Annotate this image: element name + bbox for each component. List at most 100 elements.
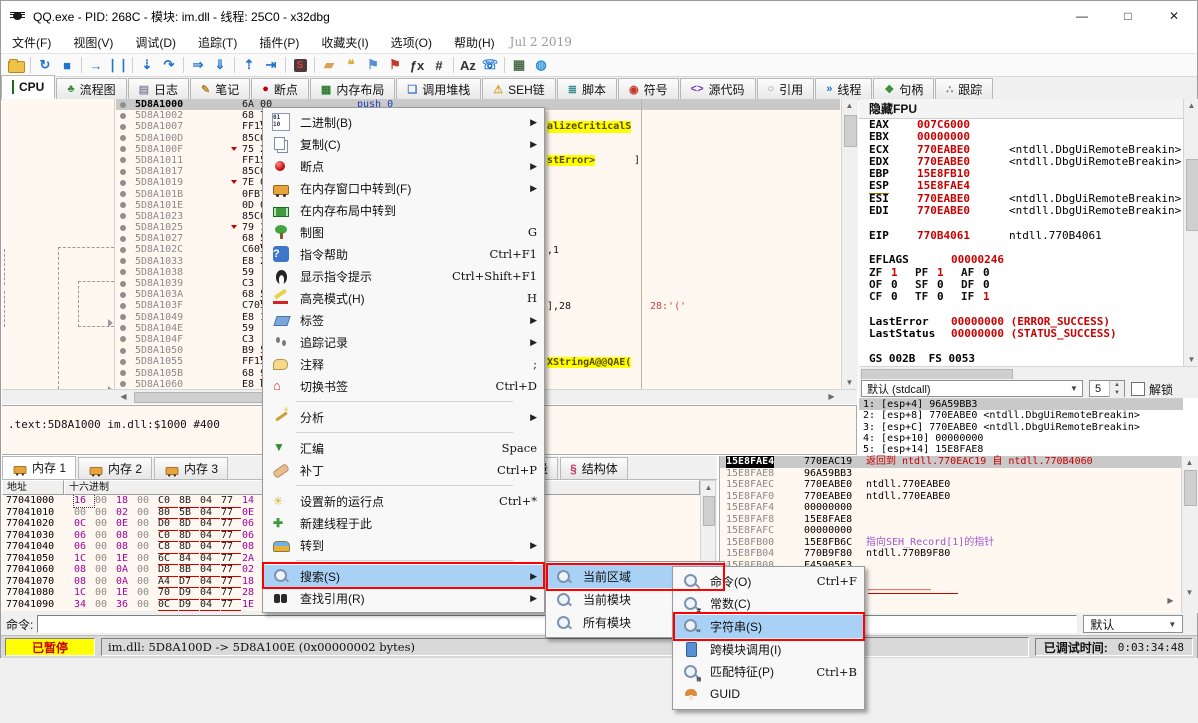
menu-item-切换书签[interactable]: ⌂切换书签Ctrl+D (264, 375, 543, 397)
comments-icon[interactable]: ❝ (340, 56, 362, 74)
calling-convention-select[interactable]: 默认 (stdcall) ▼ (861, 380, 1083, 397)
scroll-down-icon[interactable]: ▼ (842, 376, 857, 389)
menu-item-命令(O)[interactable]: ›命令(O)Ctrl+F (674, 570, 863, 593)
patch-icon[interactable]: ▰ (318, 56, 340, 74)
attach-icon[interactable]: ⇥ (260, 56, 282, 74)
argument-depth-stepper[interactable]: 5 ▲▼ (1089, 380, 1125, 397)
menu-item-补丁[interactable]: 补丁Ctrl+P (264, 459, 543, 481)
hide-fpu-button[interactable]: 隐藏FPU (859, 99, 1183, 119)
scroll-right-icon[interactable]: ▶ (1163, 594, 1178, 607)
pause-icon[interactable]: ❘❘ (107, 56, 129, 74)
close-button[interactable]: ✕ (1151, 1, 1197, 31)
menu-item-追踪记录[interactable]: 追踪记录▶ (264, 331, 543, 353)
stack-row[interactable]: 15E8FAF815E8FAE8 (720, 514, 1198, 526)
register-row[interactable] (859, 217, 1183, 229)
step-over-icon[interactable]: ↷ (158, 56, 180, 74)
tab-断点[interactable]: ●断点 (251, 78, 309, 99)
menubar-item[interactable]: 文件(F) (1, 32, 62, 53)
internet-icon[interactable]: ◍ (530, 56, 552, 74)
tab-引用[interactable]: ○引用 (757, 78, 815, 99)
argument-row[interactable]: 5: [esp+14] 15E8FAE8 (859, 444, 1183, 455)
stack-row[interactable]: 15E8FAF400000000 (720, 502, 1198, 514)
tab-脚本[interactable]: ≣脚本 (557, 78, 617, 99)
menu-item-断点[interactable]: 断点▶ (264, 155, 543, 177)
functions-icon[interactable]: ƒx (406, 56, 428, 74)
unlock-checkbox[interactable] (1131, 382, 1145, 396)
stack-row[interactable]: 15E8FAF0770EABE0ntdll.770EABE0 (720, 491, 1198, 503)
calculator-icon[interactable]: ▦ (508, 56, 530, 74)
menu-item-设置新的运行点[interactable]: ✳设置新的运行点Ctrl+* (264, 490, 543, 512)
register-row[interactable]: CF0TF0IF1 (859, 291, 1183, 303)
menubar-item[interactable]: 收藏夹(I) (310, 32, 379, 53)
menu-item-高亮模式(H)[interactable]: 高亮模式(H)H (264, 287, 543, 309)
menubar-item[interactable]: 追踪(T) (187, 32, 248, 53)
menu-item-显示指令提示[interactable]: 显示指令提示Ctrl+Shift+F1 (264, 265, 543, 287)
strings-icon[interactable]: Az (457, 56, 479, 74)
struct-tab[interactable]: §结构体 (560, 457, 628, 479)
menubar-item[interactable]: 帮助(H) (443, 32, 506, 53)
scroll-right-icon[interactable]: ▶ (824, 390, 839, 403)
menu-item-转到[interactable]: 转到▶ (264, 534, 543, 556)
stack-row[interactable]: 15E8FB0015E8FB6C指向SEH_Record[1]的指针 (720, 537, 1198, 549)
tab-线程[interactable]: »线程 (815, 78, 872, 99)
open-file-icon[interactable] (5, 56, 27, 74)
menu-item-分析[interactable]: 分析▶ (264, 406, 543, 428)
menubar-item[interactable]: 选项(O) (380, 32, 443, 53)
stack-vscrollbar[interactable]: ▲ ▼ (1181, 456, 1198, 613)
tab-跟踪[interactable]: ∴跟踪 (935, 78, 993, 99)
tab-句柄[interactable]: ❖句柄 (873, 78, 934, 99)
tab-符号[interactable]: ◉符号 (618, 78, 679, 99)
register-row[interactable]: EIP770B4061ntdll.770B4061 (859, 230, 1183, 242)
tab-调用堆栈[interactable]: ❏调用堆栈 (396, 78, 481, 99)
argument-row[interactable]: 4: [esp+10] 00000000 (859, 433, 1183, 444)
command-profile-select[interactable]: 默认 ▼ (1083, 615, 1183, 633)
menu-item-在内存窗口中转到(F)[interactable]: 在内存窗口中转到(F)▶ (264, 177, 543, 199)
menu-item-制图[interactable]: 制图G (264, 221, 543, 243)
scroll-up-icon[interactable]: ▲ (1182, 456, 1197, 469)
close-debuggee-icon[interactable]: ■ (56, 56, 78, 74)
register-row[interactable]: EBX00000000 (859, 131, 1183, 143)
scroll-left-icon[interactable]: ◀ (116, 390, 131, 403)
stack-row[interactable]: 15E8FB04770B9F80ntdll.770B9F80 (720, 548, 1198, 560)
run-icon[interactable]: → (85, 56, 107, 74)
memory-tab-3[interactable]: 内存 3 (154, 457, 228, 479)
bookmarks-icon[interactable]: ⚑ (384, 56, 406, 74)
arguments-panel[interactable]: 1: [esp+4] 96A59BB32: [esp+8] 770EABE0 <… (859, 398, 1183, 457)
register-row[interactable]: GS 002B FS 0053 (859, 353, 1183, 365)
register-row[interactable]: ESP15E8FAE4 (859, 180, 1183, 192)
registers-list[interactable]: EAX007C6000EBX00000000ECX770EABE0<ntdll.… (859, 119, 1183, 366)
register-row[interactable]: OF0SF0DF0 (859, 279, 1183, 291)
tab-SEH链[interactable]: ⚠SEH链 (482, 78, 556, 99)
stack-row[interactable]: 15E8FAEC770EABE0ntdll.770EABE0 (720, 479, 1198, 491)
tab-流程图[interactable]: ♣流程图 (56, 78, 126, 99)
menu-item-GUID[interactable]: GUID (674, 683, 863, 706)
menu-item-注释[interactable]: 注释; (264, 353, 543, 375)
register-row[interactable]: EDI770EABE0<ntdll.DbgUiRemoteBreakin> (859, 205, 1183, 217)
menu-item-在内存布局中转到[interactable]: 在内存布局中转到 (264, 199, 543, 221)
register-row[interactable]: EBP15E8FB10 (859, 168, 1183, 180)
labels-icon[interactable]: ⚑ (362, 56, 384, 74)
argument-row[interactable]: 2: [esp+8] 770EABE0 <ntdll.DbgUiRemoteBr… (859, 410, 1183, 421)
minimize-button[interactable]: — (1059, 1, 1105, 31)
menu-item-复制(C)[interactable]: 复制(C)▶ (264, 133, 543, 155)
register-row[interactable]: EFLAGS00000246 (859, 254, 1183, 266)
scroll-down-icon[interactable]: ▼ (1184, 353, 1198, 366)
tab-源代码[interactable]: <>源代码 (680, 78, 756, 99)
menu-item-字符串(S)[interactable]: “字符串(S) (674, 615, 863, 638)
scylla-icon[interactable]: S (289, 56, 311, 74)
memory-tab-1[interactable]: 内存 1 (2, 456, 76, 479)
disasm-vscrollbar[interactable]: ▲ ▼ (841, 99, 858, 389)
argument-row[interactable]: 3: [esp+C] 770EABE0 <ntdll.DbgUiRemoteBr… (859, 422, 1183, 433)
restart-icon[interactable]: ↻ (34, 56, 56, 74)
menu-item-标签[interactable]: 标签▶ (264, 309, 543, 331)
menu-item-常数(C)[interactable]: #常数(C) (674, 593, 863, 616)
menu-item-搜索(S)[interactable]: 搜索(S)▶ (264, 565, 543, 587)
column-header-address[interactable]: 地址 (2, 480, 64, 495)
modules-icon[interactable]: ☏ (479, 56, 501, 74)
register-row[interactable] (859, 340, 1183, 352)
register-row[interactable]: ZF1PF1AF0 (859, 267, 1183, 279)
scroll-up-icon[interactable]: ▲ (701, 481, 716, 494)
scroll-down-icon[interactable]: ▼ (1182, 586, 1197, 599)
menubar-item[interactable]: 插件(P) (248, 32, 310, 53)
menu-item-指令帮助[interactable]: ?指令帮助Ctrl+F1 (264, 243, 543, 265)
